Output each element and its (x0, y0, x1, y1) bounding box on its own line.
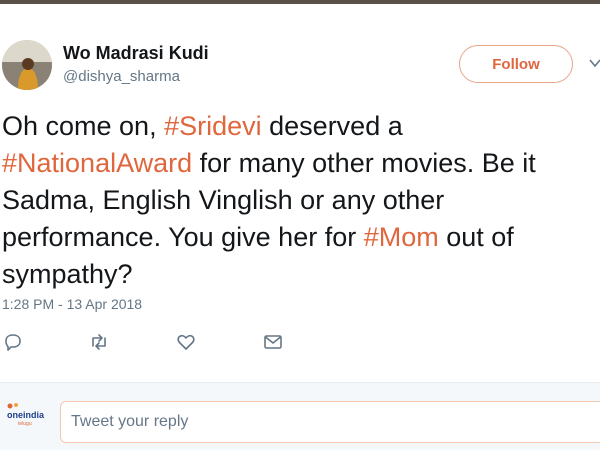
reply-placeholder: Tweet your reply (71, 413, 189, 430)
chevron-down-icon[interactable] (588, 56, 600, 70)
display-name[interactable]: Wo Madrasi Kudi (63, 43, 209, 64)
reply-input[interactable]: Tweet your reply (60, 401, 600, 443)
top-photo-strip (0, 0, 600, 4)
user-handle[interactable]: @dishya_sharma (63, 68, 180, 85)
hashtag-link[interactable]: #Mom (364, 222, 439, 252)
tweet-text-segment: deserved a (261, 111, 403, 141)
tweet-text: Oh come on, #Sridevi deserved a #Nationa… (2, 108, 598, 293)
timestamp[interactable]: 1:28 PM - 13 Apr 2018 (2, 296, 142, 312)
direct-message-icon[interactable] (262, 331, 284, 353)
retweet-icon[interactable] (88, 331, 110, 353)
reply-icon[interactable] (2, 331, 24, 353)
hashtag-link[interactable]: #Sridevi (164, 111, 262, 141)
follow-button[interactable]: Follow (459, 45, 573, 83)
brand-name: oneindia (7, 410, 45, 420)
hashtag-link[interactable]: #NationalAward (2, 148, 192, 178)
like-icon[interactable] (175, 331, 197, 353)
brand-sub: telugu (18, 421, 32, 427)
avatar[interactable] (2, 40, 52, 90)
tweet-text-segment: Oh come on, (2, 111, 165, 141)
